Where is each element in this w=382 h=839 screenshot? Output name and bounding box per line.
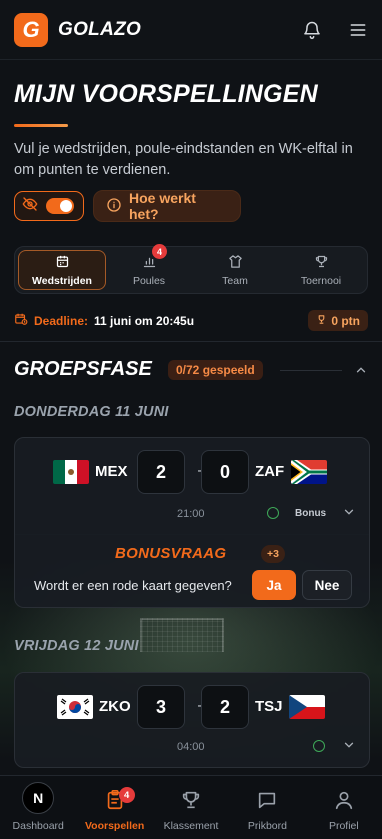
app-name[interactable]: GOLAZO xyxy=(58,19,141,41)
home-team-code: ZKO xyxy=(99,698,131,715)
kickoff-time: 21:00 xyxy=(177,508,205,520)
away-team-code: ZAF xyxy=(255,463,285,480)
tab-team[interactable]: Team xyxy=(192,250,278,290)
home-team-code: MEX xyxy=(95,463,128,480)
section-title: GROEPSFASE xyxy=(14,358,152,380)
kickoff-time: 04:00 xyxy=(177,741,205,753)
tab-label: Toernooi xyxy=(300,274,342,287)
info-icon xyxy=(106,197,122,216)
hide-predictions-toggle[interactable] xyxy=(14,191,84,221)
title-underline xyxy=(14,124,68,127)
prediction-tabs: Wedstrijden 4 Poules Team Toernooi xyxy=(14,244,368,294)
match-row: ZKO 3 – 2 TSJ xyxy=(15,685,369,729)
answer-yes-button[interactable]: Ja xyxy=(252,570,296,600)
match-row: MEX 2 – 0 ZAF xyxy=(15,450,369,494)
page-title: MIJN VOORSPELLINGEN xyxy=(14,80,318,108)
south-africa-flag-icon xyxy=(291,460,327,484)
nav-prikbord[interactable]: Prikbord xyxy=(229,776,305,839)
played-count-badge: 0/72 gespeeld xyxy=(168,360,263,380)
tab-label: Poules xyxy=(132,274,166,287)
calendar-clock-icon xyxy=(14,312,28,329)
day-label: VRIJDAG 12 JUNI xyxy=(14,638,139,654)
mexico-flag-icon xyxy=(53,460,89,484)
home-score-input[interactable]: 3 xyxy=(137,685,185,729)
menu-icon[interactable] xyxy=(348,20,368,40)
avatar: N xyxy=(22,782,55,814)
trophy-icon xyxy=(180,789,202,814)
page-subtitle: Vul je wedstrijden, poule-eindstanden en… xyxy=(14,141,353,178)
chevron-up-icon[interactable] xyxy=(354,363,368,382)
logo-icon[interactable]: G xyxy=(14,12,48,47)
how-it-works-label: Hoe werkt het? xyxy=(129,190,196,222)
check-circle-icon xyxy=(267,507,279,519)
toggle-switch[interactable] xyxy=(46,198,74,214)
chevron-down-icon[interactable] xyxy=(342,738,356,757)
nav-label: Profiel xyxy=(328,820,359,832)
nav-label: Voorspellen xyxy=(84,820,145,832)
away-score-input[interactable]: 0 xyxy=(201,450,249,494)
nav-dashboard[interactable]: N Dashboard xyxy=(0,776,76,839)
trophy-icon xyxy=(316,314,327,328)
tab-wedstrijden[interactable]: Wedstrijden xyxy=(18,250,106,290)
goal-background xyxy=(140,618,224,652)
nav-voorspellen[interactable]: 4 Voorspellen xyxy=(76,776,152,839)
app-header: G GOLAZO xyxy=(0,0,382,60)
shirt-icon xyxy=(228,254,243,272)
check-circle-icon xyxy=(313,740,325,752)
bonus-label: Bonus xyxy=(295,508,327,519)
user-icon xyxy=(333,789,355,814)
nav-label: Dashboard xyxy=(12,820,64,832)
czech-flag-icon xyxy=(289,695,325,719)
tab-toernooi[interactable]: Toernooi xyxy=(278,250,364,290)
south-korea-flag-icon xyxy=(57,695,93,719)
bell-icon[interactable] xyxy=(302,20,322,40)
points-value: 0 ptn xyxy=(331,313,360,328)
chat-icon xyxy=(256,789,278,814)
home-score-input[interactable]: 2 xyxy=(137,450,185,494)
divider xyxy=(0,341,382,342)
nav-klassement[interactable]: Klassement xyxy=(153,776,229,839)
away-team-code: TSJ xyxy=(255,698,283,715)
deadline-value: 11 juni om 20:45u xyxy=(94,313,195,328)
calendar-icon xyxy=(55,254,70,272)
deadline-info: Deadline: 11 juni om 20:45u xyxy=(14,312,194,329)
tab-badge: 4 xyxy=(152,244,167,259)
eye-off-icon xyxy=(22,196,38,217)
tab-poules[interactable]: 4 Poules xyxy=(106,244,192,290)
bonus-points-badge: +3 xyxy=(261,545,285,563)
section-line xyxy=(280,370,342,371)
chevron-down-icon[interactable] xyxy=(342,505,356,524)
nav-label: Prikbord xyxy=(247,820,287,832)
bonus-question: Wordt er een rode kaart gegeven? xyxy=(34,578,232,593)
nav-badge: 4 xyxy=(118,787,135,803)
day-label: DONDERDAG 11 JUNI xyxy=(14,404,169,420)
tab-label: Wedstrijden xyxy=(32,274,92,287)
points-badge: 0 ptn xyxy=(308,310,368,331)
nav-label: Klassement xyxy=(163,820,219,832)
how-it-works-button[interactable]: Hoe werkt het? xyxy=(93,190,241,222)
trophy-icon xyxy=(314,254,329,272)
nav-profiel[interactable]: Profiel xyxy=(306,776,382,839)
deadline-label: Deadline: xyxy=(34,313,89,328)
bottom-navigation: N Dashboard 4 Voorspellen Klassement Pri… xyxy=(0,775,382,839)
match-card: MEX 2 – 0 ZAF 21:00 Bonus xyxy=(14,437,370,535)
bonus-question-panel: BONUSVRAAG +3 Wordt er een rode kaart ge… xyxy=(14,534,370,608)
bonus-title: BONUSVRAAG xyxy=(115,545,227,562)
tab-label: Team xyxy=(222,274,248,287)
away-score-input[interactable]: 2 xyxy=(201,685,249,729)
match-card: ZKO 3 – 2 TSJ 04:00 xyxy=(14,672,370,768)
answer-no-button[interactable]: Nee xyxy=(302,570,352,600)
